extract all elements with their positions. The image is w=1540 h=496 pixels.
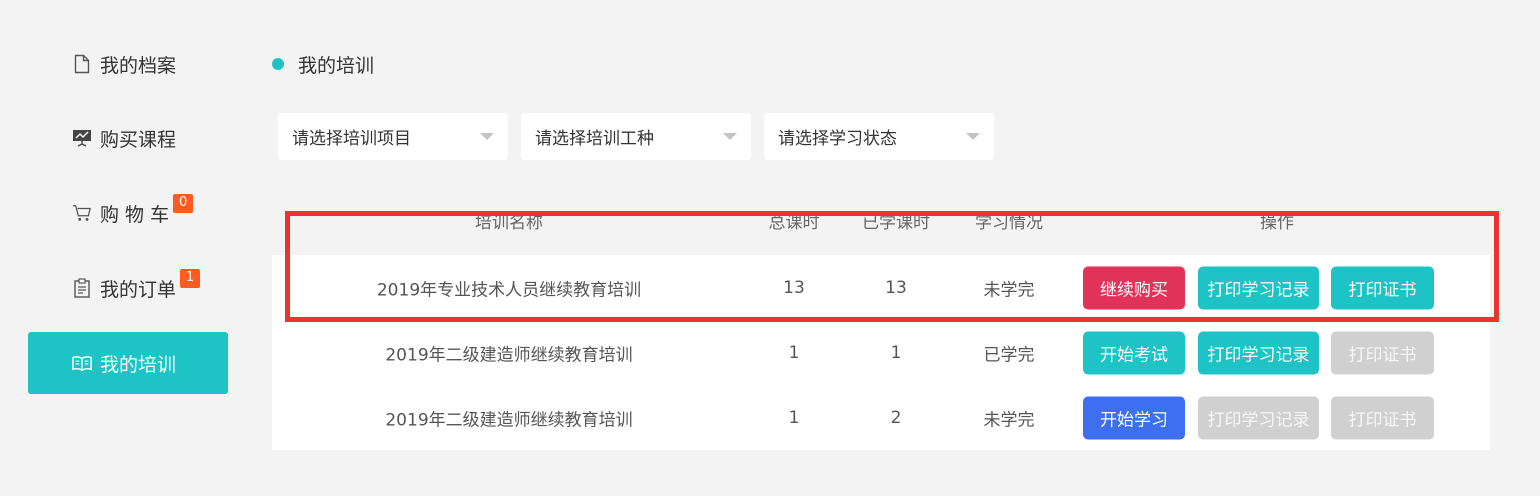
- column-header-actions: 操作: [1260, 213, 1294, 233]
- print-certificate-button[interactable]: 打印证书: [1331, 331, 1434, 374]
- training-name: 2019年二级建造师继续教育培训: [385, 345, 633, 365]
- print-certificate-button[interactable]: 打印证书: [1331, 396, 1434, 439]
- start-exam-button[interactable]: 开始考试: [1083, 331, 1185, 374]
- sidebar-item-buy-course[interactable]: 购买课程: [28, 107, 228, 169]
- column-header-learned-hours: 已学课时: [862, 213, 930, 233]
- learned-hours: 2: [890, 407, 902, 428]
- presentation-icon: [72, 128, 92, 148]
- print-study-record-button[interactable]: 打印学习记录: [1198, 396, 1319, 439]
- learned-hours: 1: [890, 342, 902, 363]
- training-name: 2019年专业技术人员继续教育培训: [376, 280, 642, 300]
- cart-icon: [72, 203, 92, 223]
- training-project-select[interactable]: 请选择培训项目: [278, 113, 508, 160]
- continue-purchase-button[interactable]: 继续购买: [1083, 266, 1185, 309]
- sidebar-item-label: 我的培训: [100, 353, 177, 376]
- study-status: 未学完: [983, 280, 1035, 300]
- chevron-down-icon: [723, 133, 737, 140]
- orders-count-badge: 1: [180, 268, 201, 288]
- sidebar-item-profile[interactable]: 我的档案: [28, 33, 228, 95]
- study-status: 未学完: [983, 410, 1035, 430]
- select-value: 请选择培训项目: [292, 129, 411, 149]
- table-row: 2019年二级建造师继续教育培训 1 1 已学完 开始考试 打印学习记录 打印证…: [272, 320, 1490, 385]
- training-name: 2019年二级建造师继续教育培训: [385, 410, 633, 430]
- total-hours: 13: [783, 277, 805, 298]
- sidebar-item-label: 我的订单: [100, 278, 177, 301]
- chevron-down-icon: [480, 133, 494, 140]
- training-table: 培训名称 总课时 已学课时 学习情况 操作 2019年专业技术人员继续教育培训 …: [272, 185, 1490, 450]
- study-status-select[interactable]: 请选择学习状态: [764, 113, 994, 160]
- table-row: 2019年二级建造师继续教育培训 1 2 未学完 开始学习 打印学习记录 打印证…: [272, 385, 1490, 450]
- chevron-down-icon: [966, 133, 980, 140]
- table-header: 培训名称 总课时 已学课时 学习情况 操作: [272, 185, 1490, 255]
- print-certificate-button[interactable]: 打印证书: [1331, 266, 1434, 309]
- column-header-name: 培训名称: [475, 213, 543, 233]
- sidebar-item-label: 购买课程: [100, 128, 177, 151]
- print-study-record-button[interactable]: 打印学习记录: [1198, 331, 1319, 374]
- print-study-record-button[interactable]: 打印学习记录: [1198, 266, 1319, 309]
- document-icon: [72, 54, 92, 74]
- sidebar: 我的档案 购买课程 购 物 车 0 我的订单 1 我的培训: [0, 0, 250, 496]
- start-study-button[interactable]: 开始学习: [1083, 396, 1185, 439]
- select-value: 请选择学习状态: [778, 129, 897, 149]
- sidebar-item-label: 我的档案: [100, 54, 177, 77]
- sidebar-item-my-training[interactable]: 我的培训: [28, 332, 228, 394]
- sidebar-item-cart[interactable]: 购 物 车 0: [28, 182, 228, 244]
- total-hours: 1: [788, 407, 800, 428]
- column-header-status: 学习情况: [975, 213, 1043, 233]
- clipboard-icon: [72, 278, 92, 298]
- sidebar-item-label: 购 物 车: [100, 203, 170, 226]
- table-row: 2019年专业技术人员继续教育培训 13 13 未学完 继续购买 打印学习记录 …: [272, 255, 1490, 320]
- page-title: 我的培训: [272, 50, 374, 78]
- job-type-select[interactable]: 请选择培训工种: [521, 113, 751, 160]
- book-icon: [72, 353, 92, 373]
- column-header-total-hours: 总课时: [768, 213, 820, 233]
- cart-count-badge: 0: [173, 193, 194, 213]
- total-hours: 1: [788, 342, 800, 363]
- study-status: 已学完: [983, 345, 1035, 365]
- title-dot-icon: [272, 58, 284, 70]
- page-title-text: 我的培训: [298, 54, 375, 77]
- learned-hours: 13: [885, 277, 907, 298]
- sidebar-item-orders[interactable]: 我的订单 1: [28, 257, 228, 319]
- select-value: 请选择培训工种: [535, 129, 654, 149]
